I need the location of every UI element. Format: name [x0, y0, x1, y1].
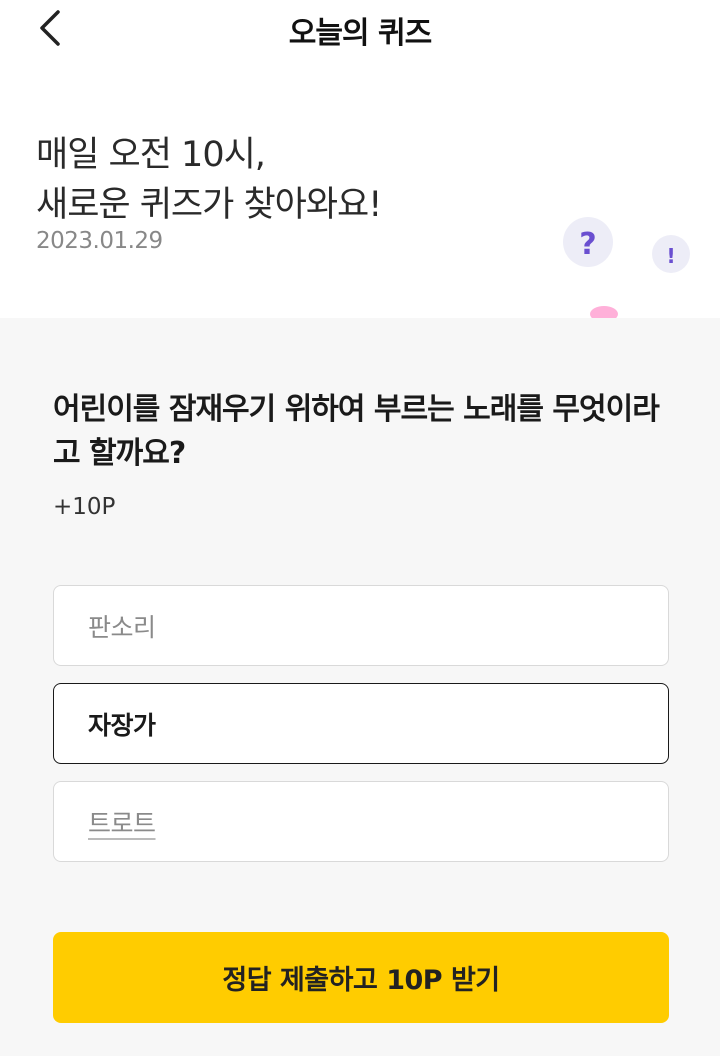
- answer-option-label: 트로트: [88, 808, 156, 838]
- question-bubble-icon: ?: [563, 217, 613, 267]
- exclaim-bubble-icon: !: [652, 235, 690, 273]
- mascot-character: ✦ ✦: [590, 306, 618, 318]
- quiz-section: 어린이를 잠재우기 위하여 부르는 노래를 무엇이라고 할까요? +10P 판소…: [0, 318, 720, 1056]
- hero-headline-line-1: 매일 오전 10시,: [36, 135, 266, 175]
- hero-banner: 매일 오전 10시, 새로운 퀴즈가 찾아와요! 2023.01.29 ? ! …: [0, 56, 720, 318]
- submit-answer-button[interactable]: 정답 제출하고 10P 받기: [53, 932, 669, 1023]
- answer-option-label: 자장가: [88, 710, 156, 740]
- page-title: 오늘의 퀴즈: [288, 16, 432, 51]
- svg-text:!: !: [666, 244, 675, 268]
- answer-option[interactable]: 판소리: [53, 585, 669, 666]
- answer-option-selected[interactable]: 자장가: [53, 683, 669, 764]
- quiz-date: 2023.01.29: [36, 228, 163, 254]
- top-bar: 오늘의 퀴즈: [0, 0, 720, 56]
- hero-headline-line-2: 새로운 퀴즈가 찾아와요!: [36, 185, 382, 225]
- hero-headline: 매일 오전 10시, 새로운 퀴즈가 찾아와요!: [36, 130, 382, 230]
- points-badge: +10P: [53, 494, 116, 520]
- mascot-illustration: ? ! ✦ ✦: [563, 217, 690, 318]
- svg-text:?: ?: [579, 227, 596, 262]
- quiz-question: 어린이를 잠재우기 위하여 부르는 노래를 무엇이라고 할까요?: [53, 392, 660, 471]
- answer-option[interactable]: 트로트: [53, 781, 669, 862]
- answer-option-label: 판소리: [88, 612, 156, 642]
